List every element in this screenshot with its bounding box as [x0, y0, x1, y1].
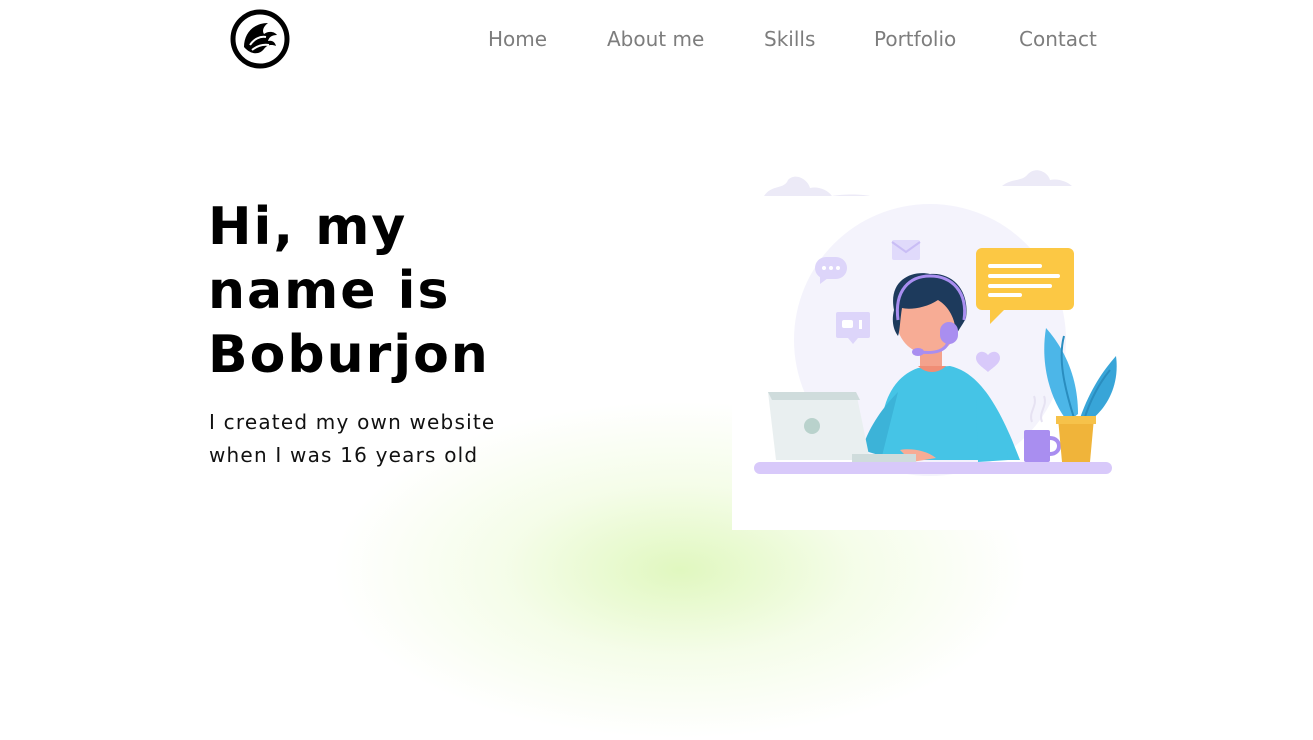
- hero-title-line-3: Boburjon: [208, 325, 490, 385]
- eagle-logo-icon: [230, 9, 290, 69]
- hero-title-line-1: Hi, my: [208, 197, 408, 257]
- hero-subtitle-line-2: when I was 16 years old: [209, 443, 479, 467]
- nav-portfolio[interactable]: Portfolio: [874, 27, 956, 51]
- hero-title-line-2: name is: [208, 261, 451, 321]
- nav-contact[interactable]: Contact: [1019, 27, 1097, 51]
- hero-subtitle: I created my own website when I was 16 y…: [209, 406, 549, 472]
- hero-subtitle-line-1: I created my own website: [209, 410, 496, 434]
- nav-skills[interactable]: Skills: [764, 27, 815, 51]
- nav-home[interactable]: Home: [488, 27, 547, 51]
- desk: [754, 462, 1112, 474]
- hero-title: Hi, my name is Boburjon: [208, 195, 568, 387]
- plant-icon: [1044, 328, 1117, 462]
- nav-about-me[interactable]: About me: [607, 27, 704, 51]
- envelope-icon: [891, 240, 921, 260]
- support-agent-illustration: [754, 170, 1117, 476]
- hero-illustration: [732, 150, 1132, 530]
- logo[interactable]: [230, 9, 290, 69]
- cloud-icon: [764, 170, 1092, 196]
